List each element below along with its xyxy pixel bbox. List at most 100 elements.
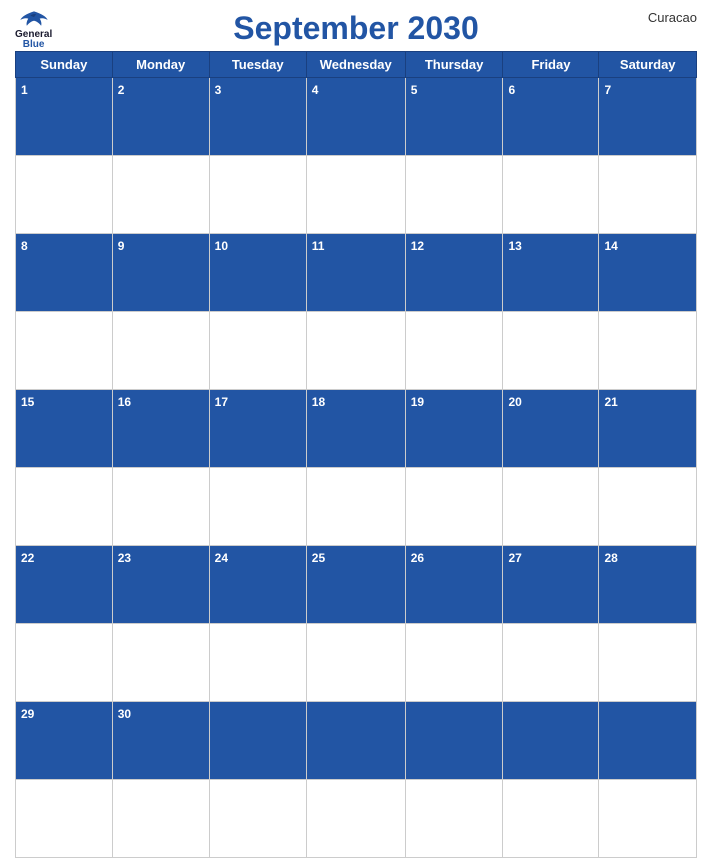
day-content-cell (16, 156, 113, 234)
day-number: 20 (508, 395, 521, 409)
day-number-cell (599, 702, 697, 780)
day-content-cell (503, 156, 599, 234)
day-number-cell: 17 (209, 390, 306, 468)
day-content-cell (112, 468, 209, 546)
col-saturday: Saturday (599, 52, 697, 78)
day-number: 16 (118, 395, 131, 409)
day-number-cell: 20 (503, 390, 599, 468)
day-number-cell: 29 (16, 702, 113, 780)
day-number: 18 (312, 395, 325, 409)
day-number: 15 (21, 395, 34, 409)
day-number: 29 (21, 707, 34, 721)
day-content-cell (306, 156, 405, 234)
calendar-header: General Blue September 2030 Curacao (15, 10, 697, 47)
day-number-cell: 28 (599, 546, 697, 624)
day-number-cell: 6 (503, 78, 599, 156)
day-number: 17 (215, 395, 228, 409)
col-thursday: Thursday (405, 52, 503, 78)
days-of-week-row: Sunday Monday Tuesday Wednesday Thursday… (16, 52, 697, 78)
day-content-cell (599, 468, 697, 546)
day-content-cell (209, 312, 306, 390)
day-number: 7 (604, 83, 611, 97)
day-content-cell (209, 624, 306, 702)
day-number-cell: 9 (112, 234, 209, 312)
day-content-cell (405, 780, 503, 858)
day-number: 12 (411, 239, 424, 253)
day-number-cell: 1 (16, 78, 113, 156)
day-content-cell (306, 312, 405, 390)
col-sunday: Sunday (16, 52, 113, 78)
day-content-cell (209, 156, 306, 234)
day-number-cell: 5 (405, 78, 503, 156)
day-number-cell: 2 (112, 78, 209, 156)
day-number-cell: 23 (112, 546, 209, 624)
day-number-cell: 25 (306, 546, 405, 624)
day-content-cell (112, 156, 209, 234)
day-number: 11 (312, 239, 325, 253)
day-content-cell (405, 624, 503, 702)
day-content-cell (112, 312, 209, 390)
col-monday: Monday (112, 52, 209, 78)
week-4-number-row: 22232425262728 (16, 546, 697, 624)
country-label: Curacao (648, 10, 697, 25)
week-1-content-row (16, 156, 697, 234)
day-number: 9 (118, 239, 125, 253)
day-number: 10 (215, 239, 228, 253)
day-number-cell: 19 (405, 390, 503, 468)
week-3-number-row: 15 16 17 18 19 20 21 (16, 390, 697, 468)
day-number: 8 (21, 239, 28, 253)
day-number-cell: 12 (405, 234, 503, 312)
day-number: 22 (21, 551, 34, 565)
day-number-cell: 14 (599, 234, 697, 312)
day-content-cell (16, 624, 113, 702)
calendar-table: Sunday Monday Tuesday Wednesday Thursday… (15, 51, 697, 858)
day-content-cell (599, 624, 697, 702)
day-number-cell (209, 702, 306, 780)
col-wednesday: Wednesday (306, 52, 405, 78)
day-content-cell (306, 468, 405, 546)
day-number-cell: 8 (16, 234, 113, 312)
day-content-cell (112, 780, 209, 858)
day-number-cell: 21 (599, 390, 697, 468)
day-content-cell (599, 312, 697, 390)
day-content-cell (16, 468, 113, 546)
day-number: 3 (215, 83, 222, 97)
day-number: 26 (411, 551, 424, 565)
day-number-cell: 22 (16, 546, 113, 624)
day-number: 28 (604, 551, 617, 565)
day-content-cell (306, 624, 405, 702)
day-content-cell (599, 780, 697, 858)
logo-blue-text: Blue (23, 40, 45, 50)
week-3-content-row (16, 468, 697, 546)
day-number-cell: 3 (209, 78, 306, 156)
day-content-cell (306, 780, 405, 858)
day-content-cell (503, 312, 599, 390)
logo: General Blue (15, 10, 52, 50)
day-content-cell (405, 468, 503, 546)
week-2-content-row (16, 312, 697, 390)
logo-bird-icon (19, 10, 49, 30)
day-content-cell (16, 312, 113, 390)
day-number-cell: 26 (405, 546, 503, 624)
day-number: 14 (604, 239, 617, 253)
day-number: 13 (508, 239, 521, 253)
day-number-cell (306, 702, 405, 780)
day-number: 23 (118, 551, 131, 565)
day-number-cell: 13 (503, 234, 599, 312)
day-content-cell (209, 780, 306, 858)
week-1-number-row: 12 3 4567 (16, 78, 697, 156)
day-number: 2 (118, 83, 125, 97)
day-content-cell (112, 624, 209, 702)
day-number-cell (503, 702, 599, 780)
day-number-cell: 30 (112, 702, 209, 780)
day-number: 21 (604, 395, 617, 409)
day-number-cell: 4 (306, 78, 405, 156)
calendar-title: September 2030 (233, 10, 478, 47)
day-number-cell: 10 (209, 234, 306, 312)
day-number: 19 (411, 395, 424, 409)
day-number-cell: 11 (306, 234, 405, 312)
col-tuesday: Tuesday (209, 52, 306, 78)
day-number: 30 (118, 707, 131, 721)
day-content-cell (16, 780, 113, 858)
week-2-number-row: 8 9 10 11 12 13 14 (16, 234, 697, 312)
